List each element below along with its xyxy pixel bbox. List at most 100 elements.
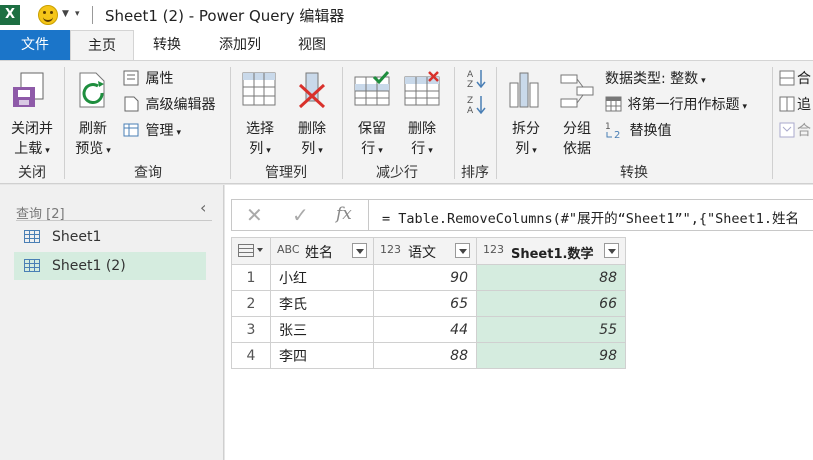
split-column-button[interactable]: 拆分列 ▾ [502, 69, 550, 159]
remove-columns-button[interactable]: 删除列 ▾ [288, 69, 336, 159]
table-corner-menu[interactable] [231, 237, 271, 265]
data-grid: ABC 姓名 123 语文 123 Sheet1.数学 1 小红 90 88 2… [231, 237, 626, 369]
text-type-icon[interactable]: ABC [277, 243, 300, 256]
group-by-icon [560, 74, 594, 108]
column-title: Sheet1.数学 [511, 247, 594, 262]
table-row: 3 张三 44 55 [231, 316, 626, 343]
table-row: 4 李四 88 98 [231, 342, 626, 369]
group-label-sort: 排序 [461, 165, 489, 181]
query-item-sheet1[interactable]: Sheet1 [14, 223, 206, 251]
close-load-icon [13, 72, 44, 107]
main-pane: ✕ ✓ fx = Table.RemoveColumns(#"展开的“Sheet… [225, 185, 813, 460]
query-item-label: Sheet1 [52, 229, 102, 245]
cell-name[interactable]: 李四 [270, 342, 374, 369]
column-filter-dropdown[interactable] [455, 243, 470, 258]
remove-rows-icon [404, 71, 440, 106]
svg-text:A: A [467, 106, 474, 114]
integer-type-icon[interactable]: 123 [380, 243, 401, 256]
keep-rows-label: 保留 [358, 121, 386, 137]
replace-values-button[interactable]: 12 替换值 [605, 120, 671, 142]
integer-type-icon[interactable]: 123 [483, 243, 504, 256]
cancel-formula-icon[interactable]: ✕ [246, 203, 263, 227]
column-header-chinese[interactable]: 123 语文 [373, 237, 477, 265]
customize-qat-icon[interactable]: ▾ [75, 9, 80, 19]
queries-pane: 查询 [2] ‹ Sheet1 Sheet1 (2) [0, 185, 224, 460]
cell-math[interactable]: 66 [476, 290, 626, 317]
close-and-load-button[interactable]: 关闭并 上载 ▾ [2, 69, 62, 159]
svg-text:Z: Z [467, 96, 473, 106]
header-row: ABC 姓名 123 语文 123 Sheet1.数学 [231, 237, 626, 265]
group-label-query: 查询 [134, 165, 162, 181]
tab-home[interactable]: 主页 [70, 30, 134, 60]
formula-input[interactable]: = Table.RemoveColumns(#"展开的“Sheet1”",{"S… [382, 207, 799, 227]
properties-button[interactable]: 属性 [123, 68, 173, 90]
collapse-pane-icon[interactable]: ‹ [200, 198, 206, 217]
tab-add-column[interactable]: 添加列 [205, 30, 275, 60]
row-number[interactable]: 2 [231, 290, 271, 317]
choose-columns-label-2: 列 [249, 141, 264, 157]
query-item-sheet1-2[interactable]: Sheet1 (2) [14, 252, 206, 280]
group-by-button[interactable]: 分组 依据 [553, 69, 601, 159]
remove-rows-button[interactable]: 删除行 ▾ [398, 69, 446, 159]
tab-view[interactable]: 视图 [285, 30, 339, 60]
column-filter-dropdown[interactable] [604, 243, 619, 258]
sort-descending-button[interactable]: ZA [466, 94, 488, 116]
append-queries-label: 追 [797, 97, 811, 113]
keep-rows-button[interactable]: 保留行 ▾ [348, 69, 396, 159]
choose-columns-button[interactable]: 选择列 ▾ [236, 69, 284, 159]
column-title: 姓名 [305, 245, 333, 261]
first-row-headers-icon [605, 96, 622, 112]
manage-label: 管理 [145, 123, 174, 139]
advanced-editor-icon [124, 96, 139, 112]
row-number[interactable]: 4 [231, 342, 271, 369]
cell-chinese[interactable]: 90 [373, 264, 477, 291]
cell-chinese[interactable]: 65 [373, 290, 477, 317]
manage-button[interactable]: 管理 ▾ [123, 120, 181, 142]
data-type-dropdown[interactable]: 数据类型: 整数 ▾ [605, 68, 706, 90]
tab-file[interactable]: 文件 [0, 30, 70, 60]
append-queries-button[interactable]: 追 [779, 94, 811, 116]
fx-icon[interactable]: fx [336, 204, 352, 224]
cell-name[interactable]: 张三 [270, 316, 374, 343]
keep-rows-icon [354, 71, 390, 106]
divider [772, 67, 773, 179]
tab-transform[interactable]: 转换 [140, 30, 194, 60]
commit-formula-icon[interactable]: ✓ [292, 203, 309, 227]
column-header-math[interactable]: 123 Sheet1.数学 [476, 237, 626, 265]
row-number[interactable]: 1 [231, 264, 271, 291]
svg-text:2: 2 [614, 130, 620, 139]
refresh-preview-button[interactable]: 刷新 预览 ▾ [66, 69, 120, 159]
column-header-name[interactable]: ABC 姓名 [270, 237, 374, 265]
merge-queries-button[interactable]: 合 [779, 68, 811, 90]
column-filter-dropdown[interactable] [352, 243, 367, 258]
table-icon [24, 259, 40, 272]
advanced-editor-button[interactable]: 高级编辑器 [123, 94, 215, 116]
cell-math[interactable]: 55 [476, 316, 626, 343]
row-number[interactable]: 3 [231, 316, 271, 343]
replace-values-icon: 12 [605, 122, 620, 141]
smiley-feedback-icon[interactable] [38, 5, 58, 25]
combine-files-button[interactable]: 合 [779, 120, 811, 142]
chevron-down-icon[interactable]: ▼ [62, 9, 69, 19]
cell-name[interactable]: 小红 [270, 264, 374, 291]
cell-math[interactable]: 98 [476, 342, 626, 369]
merge-queries-icon [779, 70, 795, 86]
window-title: Sheet1 (2) - Power Query 编辑器 [105, 7, 345, 25]
cell-chinese[interactable]: 88 [373, 342, 477, 369]
append-queries-icon [779, 96, 795, 112]
replace-values-label: 替换值 [629, 123, 672, 139]
remove-columns-icon [298, 72, 326, 109]
combine-files-icon [779, 122, 795, 138]
cell-chinese[interactable]: 44 [373, 316, 477, 343]
sort-ascending-button[interactable]: AZ [466, 68, 488, 90]
split-column-label: 拆分 [512, 121, 540, 137]
ribbon: 关闭并 上载 ▾ 关闭 刷新 预览 ▾ 属性 高级编辑器 管理 ▾ 查询 选择列 ▾ [0, 60, 813, 184]
group-by-label: 分组 [563, 121, 591, 137]
use-first-row-as-headers-button[interactable]: 将第一行用作标题 ▾ [605, 94, 747, 116]
advanced-editor-label: 高级编辑器 [145, 97, 216, 113]
cell-name[interactable]: 李氏 [270, 290, 374, 317]
sort-ascending-icon: AZ [467, 70, 486, 90]
cell-math[interactable]: 88 [476, 264, 626, 291]
close-load-label: 关闭并 [11, 121, 53, 137]
combine-files-label: 合 [797, 123, 811, 139]
